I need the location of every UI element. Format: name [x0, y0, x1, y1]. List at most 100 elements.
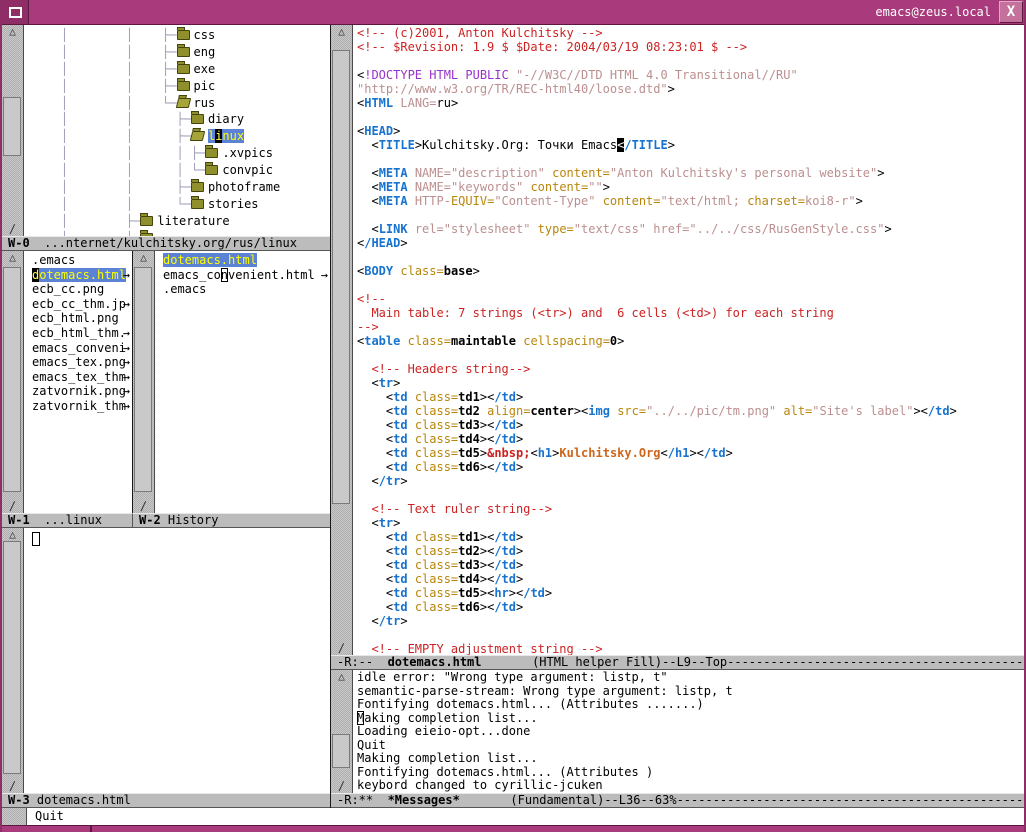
text-line[interactable]: <table class=maintable cellspacing=0> — [357, 334, 1024, 348]
text-line[interactable]: idle error: "Wrong type argument: listp,… — [357, 671, 1024, 685]
methods-body[interactable] — [24, 528, 330, 793]
list-item[interactable]: emacs_conveni→ — [24, 341, 132, 356]
text-line[interactable]: <!-- EMPTY adjustment string --> — [357, 642, 1024, 655]
list-item[interactable]: .emacs — [155, 282, 330, 297]
list-item[interactable]: ecb_cc.png — [24, 282, 132, 297]
list-item[interactable]: .emacs — [24, 253, 132, 268]
text-line[interactable]: Fontifying dotemacs.html... (Attributes … — [357, 698, 1024, 712]
scroll-up-icon[interactable]: △ — [2, 528, 23, 542]
tree-item[interactable]: │ ├─literature — [24, 213, 330, 230]
list-item[interactable]: zatvornik.png→ — [24, 384, 132, 399]
text-line[interactable]: --> — [357, 320, 1024, 334]
text-line[interactable]: <td class=td6></td> — [357, 600, 1024, 614]
modeline-messages[interactable]: -R:** *Messages* (Fundamental)--L36--63%… — [331, 793, 1024, 808]
text-line[interactable]: <!-- (c)2001, Anton Kulchitsky --> — [357, 26, 1024, 40]
text-line[interactable]: <META NAME="keywords" content=""> — [357, 180, 1024, 194]
tree-item[interactable]: │ │ ├─diary — [24, 111, 330, 128]
scrollbar-thumb[interactable] — [3, 267, 21, 492]
methods-scrollbar[interactable]: △ ∕ — [2, 528, 24, 793]
text-line[interactable] — [357, 54, 1024, 68]
text-line[interactable]: <td class=td5>&nbsp;<h1>Kulchitsky.Org</… — [357, 446, 1024, 460]
text-line[interactable]: semantic-parse-stream: Wrong type argume… — [357, 685, 1024, 699]
resize-handle[interactable] — [90, 826, 92, 832]
scroll-up-icon[interactable]: △ — [2, 251, 23, 265]
messages-text[interactable]: idle error: "Wrong type argument: listp,… — [353, 670, 1024, 793]
list-item[interactable]: zatvornik_thm→ — [24, 399, 132, 414]
scroll-up-icon[interactable]: △ — [331, 670, 352, 684]
edit-scrollbar[interactable]: △ ∕ — [331, 25, 353, 655]
text-line[interactable]: <META HTTP-EQUIV="Content-Type" content=… — [357, 194, 1024, 208]
editor-text[interactable]: <!-- (c)2001, Anton Kulchitsky --><!-- $… — [353, 25, 1024, 655]
list-item[interactable]: ecb_html.png — [24, 311, 132, 326]
text-line[interactable]: <!-- — [357, 292, 1024, 306]
tree-item[interactable]: │ │ ├─linux — [24, 128, 330, 145]
text-line[interactable]: <tr> — [357, 516, 1024, 530]
text-line[interactable]: <!DOCTYPE HTML PUBLIC "-//W3C//DTD HTML … — [357, 68, 1024, 82]
text-line[interactable]: <tr> — [357, 376, 1024, 390]
text-line[interactable]: <HEAD> — [357, 124, 1024, 138]
tree-item[interactable]: │ ├─ — [24, 230, 330, 236]
list-item[interactable]: ecb_cc_thm.jp→ — [24, 297, 132, 312]
text-line[interactable]: <META NAME="description" content="Anton … — [357, 166, 1024, 180]
list-item[interactable]: dotemacs.html→ — [24, 268, 132, 283]
messages-scrollbar[interactable]: △ ∕ — [331, 670, 353, 793]
text-line[interactable]: <td class=td1></td> — [357, 390, 1024, 404]
text-line[interactable]: <td class=td4></td> — [357, 572, 1024, 586]
text-line[interactable]: Fontifying dotemacs.html... (Attributes … — [357, 766, 1024, 780]
scroll-up-icon[interactable]: △ — [133, 251, 154, 265]
list-item[interactable]: emacs_convenient.html→ — [155, 268, 330, 283]
list-item[interactable]: ecb_html_thm.→ — [24, 326, 132, 341]
text-line[interactable]: "http://www.w3.org/TR/REC-html40/loose.d… — [357, 82, 1024, 96]
tree-item[interactable]: │ │ └─rus — [24, 95, 330, 112]
tree-item[interactable]: │ │ │ ├─.xvpics — [24, 145, 330, 162]
scrollbar-thumb[interactable] — [3, 97, 21, 156]
scroll-down-icon[interactable]: ∕ — [331, 779, 352, 793]
text-line[interactable]: <HTML LANG=ru> — [357, 96, 1024, 110]
tree-item[interactable]: │ │ ├─eng — [24, 44, 330, 61]
window-menu-button[interactable] — [2, 0, 29, 24]
text-line[interactable] — [357, 278, 1024, 292]
tree-item[interactable]: │ │ ├─pic — [24, 78, 330, 95]
text-line[interactable]: </HEAD> — [357, 236, 1024, 250]
scrollbar-thumb[interactable] — [134, 267, 152, 492]
list-item[interactable]: emacs_tex_thm→ — [24, 370, 132, 385]
tree-item[interactable]: │ │ └─stories — [24, 196, 330, 213]
text-line[interactable]: </tr> — [357, 614, 1024, 628]
tree-item[interactable]: │ │ ├─exe — [24, 61, 330, 78]
tree-item[interactable]: │ │ │ └─convpic — [24, 162, 330, 179]
list-item[interactable]: dotemacs.html — [155, 253, 330, 268]
text-line[interactable]: <td class=td2 align=center><img src="../… — [357, 404, 1024, 418]
modeline-history[interactable]: W-2 History — [133, 513, 330, 528]
text-line[interactable]: Quit — [357, 739, 1024, 753]
text-line[interactable] — [357, 152, 1024, 166]
text-line[interactable]: Making completion list... — [357, 752, 1024, 766]
modeline-sources[interactable]: W-1 ...linux — [2, 513, 133, 528]
scrollbar-thumb[interactable] — [332, 50, 350, 504]
scroll-down-icon[interactable]: ∕ — [133, 499, 154, 513]
text-line[interactable]: <!-- $Revision: 1.9 $ $Date: 2004/03/19 … — [357, 40, 1024, 54]
scroll-down-icon[interactable]: ∕ — [331, 641, 352, 655]
text-line[interactable]: <BODY class=base> — [357, 264, 1024, 278]
text-line[interactable] — [357, 488, 1024, 502]
text-line[interactable] — [357, 628, 1024, 642]
text-line[interactable]: <td class=td6></td> — [357, 460, 1024, 474]
text-line[interactable]: <LINK rel="stylesheet" type="text/css" h… — [357, 222, 1024, 236]
scrollbar-thumb[interactable] — [3, 541, 21, 774]
text-line[interactable] — [357, 208, 1024, 222]
text-line[interactable]: <td class=td5><hr></td> — [357, 586, 1024, 600]
text-line[interactable]: Main table: 7 strings (<tr>) and 6 cells… — [357, 306, 1024, 320]
sources-scrollbar[interactable]: △ ∕ — [2, 251, 24, 513]
text-line[interactable]: <td class=td1></td> — [357, 530, 1024, 544]
tree-item[interactable]: │ │ ├─css — [24, 27, 330, 44]
text-line[interactable] — [357, 110, 1024, 124]
list-item[interactable]: emacs_tex.png→ — [24, 355, 132, 370]
text-line[interactable] — [357, 348, 1024, 362]
directories-scrollbar[interactable]: △ ∕ — [2, 25, 24, 236]
scroll-down-icon[interactable]: ∕ — [2, 779, 23, 793]
scroll-down-icon[interactable]: ∕ — [2, 222, 23, 236]
modeline-directories[interactable]: W-0 ...nternet/kulchitsky.org/rus/linux — [2, 236, 330, 251]
text-line[interactable]: <td class=td4></td> — [357, 432, 1024, 446]
modeline-methods[interactable]: W-3 dotemacs.html — [2, 793, 330, 808]
minibuffer[interactable]: Quit — [2, 808, 1024, 825]
tree-item[interactable]: │ │ ├─photoframe — [24, 179, 330, 196]
